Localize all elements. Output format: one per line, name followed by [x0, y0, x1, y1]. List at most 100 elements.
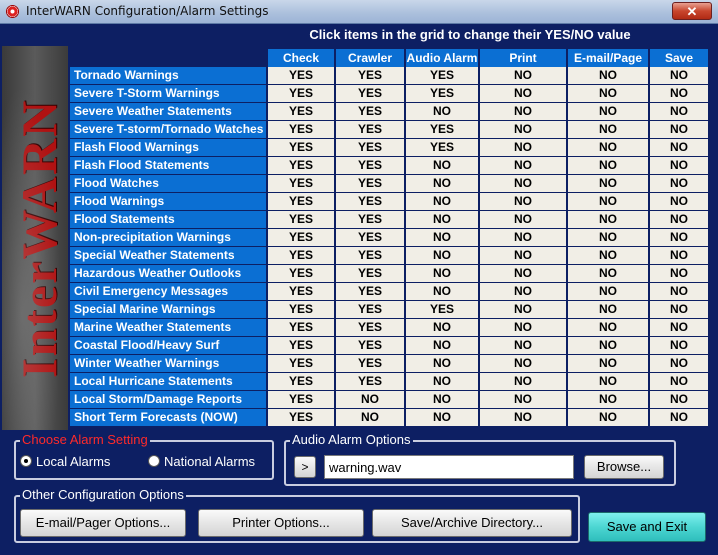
- grid-cell[interactable]: NO: [568, 193, 648, 210]
- grid-cell[interactable]: NO: [568, 301, 648, 318]
- grid-cell[interactable]: YES: [268, 391, 334, 408]
- grid-cell[interactable]: YES: [268, 247, 334, 264]
- grid-cell[interactable]: YES: [336, 355, 404, 372]
- grid-cell[interactable]: NO: [568, 139, 648, 156]
- play-sound-button[interactable]: >: [294, 456, 316, 478]
- grid-cell[interactable]: NO: [480, 247, 566, 264]
- grid-cell[interactable]: NO: [406, 373, 478, 390]
- grid-cell[interactable]: NO: [480, 193, 566, 210]
- grid-cell[interactable]: NO: [406, 157, 478, 174]
- save-archive-directory-button[interactable]: Save/Archive Directory...: [372, 509, 572, 537]
- grid-cell[interactable]: NO: [406, 103, 478, 120]
- grid-cell[interactable]: YES: [406, 85, 478, 102]
- grid-cell[interactable]: NO: [650, 265, 708, 282]
- grid-cell[interactable]: NO: [568, 85, 648, 102]
- grid-cell[interactable]: YES: [336, 373, 404, 390]
- grid-cell[interactable]: NO: [406, 247, 478, 264]
- grid-cell[interactable]: NO: [480, 211, 566, 228]
- grid-cell[interactable]: NO: [406, 391, 478, 408]
- grid-cell[interactable]: YES: [336, 211, 404, 228]
- grid-cell[interactable]: YES: [268, 175, 334, 192]
- grid-cell[interactable]: NO: [480, 301, 566, 318]
- grid-cell[interactable]: YES: [268, 193, 334, 210]
- grid-cell[interactable]: YES: [336, 139, 404, 156]
- browse-button[interactable]: Browse...: [584, 455, 664, 479]
- grid-cell[interactable]: YES: [268, 283, 334, 300]
- grid-cell[interactable]: YES: [268, 337, 334, 354]
- grid-cell[interactable]: YES: [268, 409, 334, 426]
- grid-cell[interactable]: NO: [406, 337, 478, 354]
- grid-cell[interactable]: NO: [650, 301, 708, 318]
- grid-cell[interactable]: YES: [336, 175, 404, 192]
- grid-cell[interactable]: NO: [650, 67, 708, 84]
- grid-cell[interactable]: NO: [480, 103, 566, 120]
- grid-cell[interactable]: NO: [650, 319, 708, 336]
- grid-cell[interactable]: YES: [406, 301, 478, 318]
- grid-cell[interactable]: YES: [268, 373, 334, 390]
- grid-cell[interactable]: YES: [268, 301, 334, 318]
- grid-cell[interactable]: YES: [268, 229, 334, 246]
- grid-cell[interactable]: NO: [480, 139, 566, 156]
- grid-cell[interactable]: NO: [650, 355, 708, 372]
- grid-cell[interactable]: NO: [336, 391, 404, 408]
- grid-cell[interactable]: NO: [480, 283, 566, 300]
- grid-cell[interactable]: NO: [568, 409, 648, 426]
- grid-cell[interactable]: NO: [650, 175, 708, 192]
- grid-cell[interactable]: NO: [406, 229, 478, 246]
- grid-cell[interactable]: YES: [336, 193, 404, 210]
- grid-cell[interactable]: NO: [480, 319, 566, 336]
- grid-cell[interactable]: YES: [268, 121, 334, 138]
- grid-cell[interactable]: NO: [650, 247, 708, 264]
- printer-options-button[interactable]: Printer Options...: [198, 509, 364, 537]
- grid-cell[interactable]: NO: [650, 121, 708, 138]
- grid-cell[interactable]: YES: [336, 85, 404, 102]
- grid-cell[interactable]: YES: [336, 103, 404, 120]
- grid-cell[interactable]: NO: [650, 373, 708, 390]
- grid-cell[interactable]: NO: [568, 67, 648, 84]
- grid-cell[interactable]: NO: [650, 409, 708, 426]
- national-alarms-radio[interactable]: National Alarms: [148, 454, 255, 469]
- grid-cell[interactable]: YES: [268, 319, 334, 336]
- grid-cell[interactable]: NO: [650, 337, 708, 354]
- grid-cell[interactable]: YES: [336, 301, 404, 318]
- close-button[interactable]: ✕: [672, 2, 712, 20]
- grid-cell[interactable]: YES: [336, 283, 404, 300]
- grid-cell[interactable]: NO: [650, 283, 708, 300]
- grid-cell[interactable]: YES: [406, 67, 478, 84]
- grid-cell[interactable]: NO: [568, 229, 648, 246]
- grid-cell[interactable]: NO: [480, 409, 566, 426]
- grid-cell[interactable]: NO: [568, 319, 648, 336]
- grid-cell[interactable]: YES: [268, 139, 334, 156]
- grid-cell[interactable]: NO: [568, 265, 648, 282]
- grid-cell[interactable]: NO: [480, 67, 566, 84]
- grid-cell[interactable]: YES: [268, 157, 334, 174]
- grid-cell[interactable]: NO: [650, 85, 708, 102]
- grid-cell[interactable]: NO: [406, 283, 478, 300]
- grid-cell[interactable]: NO: [650, 139, 708, 156]
- grid-cell[interactable]: YES: [336, 319, 404, 336]
- grid-cell[interactable]: NO: [406, 319, 478, 336]
- grid-cell[interactable]: NO: [480, 229, 566, 246]
- grid-cell[interactable]: YES: [336, 121, 404, 138]
- grid-cell[interactable]: NO: [406, 409, 478, 426]
- grid-cell[interactable]: NO: [480, 355, 566, 372]
- grid-cell[interactable]: NO: [650, 103, 708, 120]
- grid-cell[interactable]: NO: [406, 265, 478, 282]
- grid-cell[interactable]: NO: [480, 157, 566, 174]
- grid-cell[interactable]: NO: [480, 391, 566, 408]
- grid-cell[interactable]: NO: [406, 193, 478, 210]
- grid-cell[interactable]: YES: [406, 139, 478, 156]
- grid-cell[interactable]: NO: [568, 121, 648, 138]
- grid-cell[interactable]: YES: [268, 355, 334, 372]
- grid-cell[interactable]: YES: [268, 67, 334, 84]
- grid-cell[interactable]: YES: [336, 157, 404, 174]
- grid-cell[interactable]: NO: [480, 175, 566, 192]
- grid-cell[interactable]: NO: [568, 247, 648, 264]
- grid-cell[interactable]: YES: [268, 211, 334, 228]
- grid-cell[interactable]: YES: [406, 121, 478, 138]
- grid-cell[interactable]: NO: [568, 337, 648, 354]
- grid-cell[interactable]: NO: [568, 355, 648, 372]
- grid-cell[interactable]: NO: [480, 121, 566, 138]
- grid-cell[interactable]: NO: [406, 175, 478, 192]
- grid-cell[interactable]: NO: [568, 391, 648, 408]
